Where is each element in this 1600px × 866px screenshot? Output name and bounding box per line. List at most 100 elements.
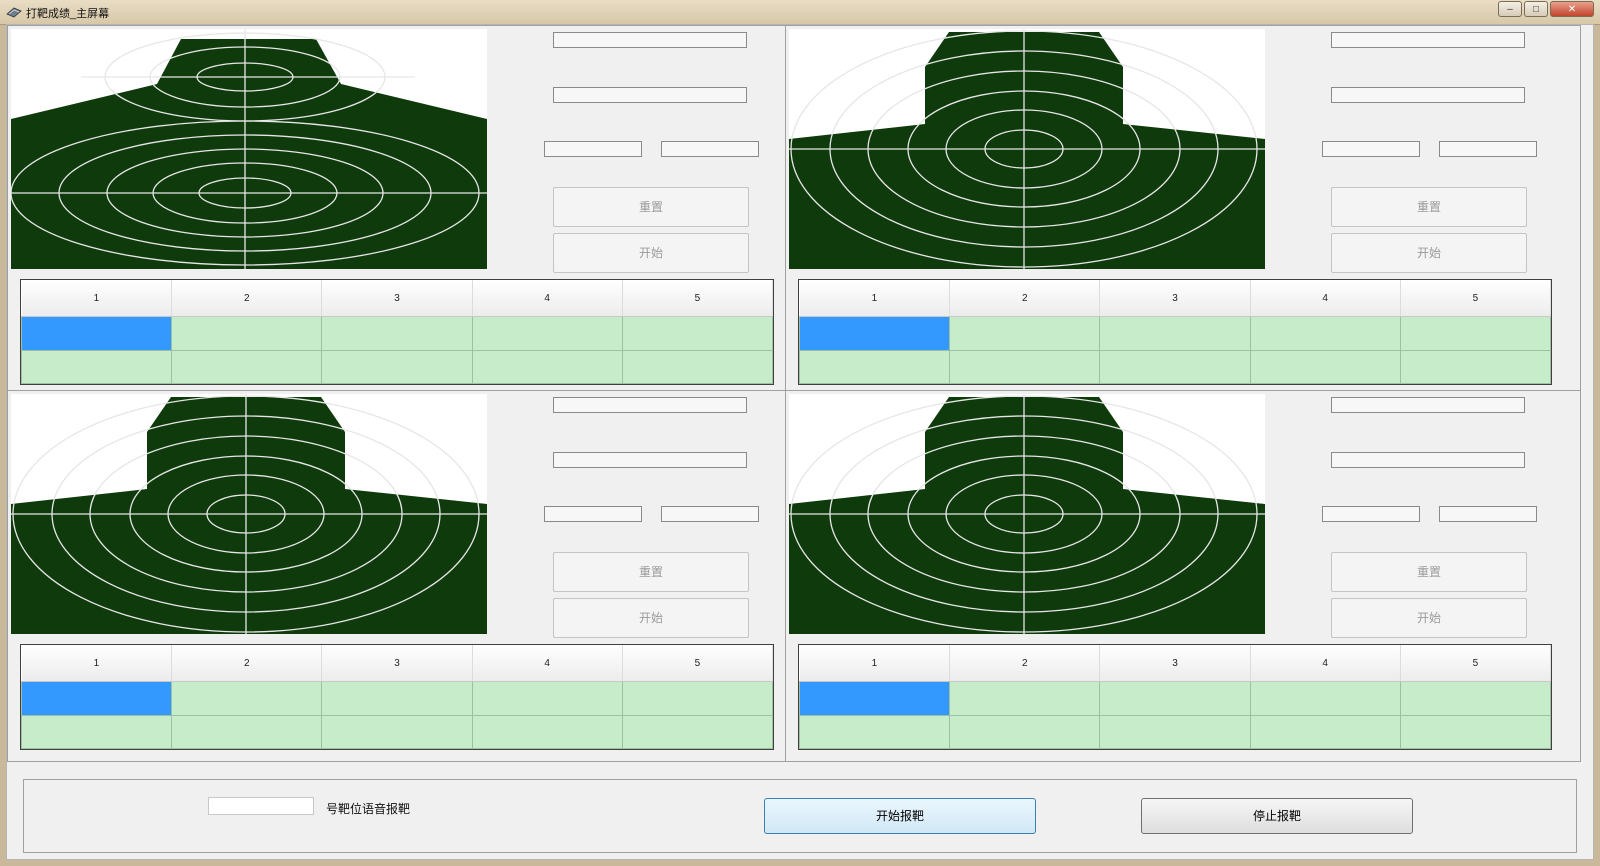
- grid-cell[interactable]: [1249, 681, 1401, 716]
- unit-field[interactable]: [1331, 87, 1525, 103]
- app-icon: [6, 7, 22, 18]
- column-header[interactable]: 5: [1400, 280, 1552, 317]
- start-button[interactable]: 开始: [553, 233, 749, 273]
- column-header[interactable]: 3: [1099, 280, 1251, 317]
- grid-cell[interactable]: [1399, 681, 1552, 716]
- grid-cell[interactable]: [1399, 316, 1552, 351]
- grid-cell[interactable]: [20, 349, 173, 384]
- grid-cell-selected[interactable]: [20, 681, 173, 716]
- grid-cell[interactable]: [1099, 714, 1251, 749]
- grid-cell[interactable]: [621, 316, 774, 351]
- reset-button[interactable]: 重置: [1331, 552, 1527, 592]
- minimize-button[interactable]: –: [1498, 1, 1522, 17]
- column-header[interactable]: 2: [949, 645, 1101, 682]
- grid-cell[interactable]: [171, 316, 323, 351]
- column-header[interactable]: 1: [799, 645, 951, 682]
- column-header[interactable]: 4: [472, 280, 623, 317]
- grid-cell[interactable]: [798, 349, 951, 384]
- name-field[interactable]: [553, 397, 747, 413]
- grid-cell[interactable]: [1249, 714, 1401, 749]
- close-button[interactable]: ✕: [1550, 1, 1594, 17]
- column-header[interactable]: 3: [321, 280, 473, 317]
- score-field[interactable]: [1322, 506, 1420, 522]
- score-field[interactable]: [1322, 141, 1420, 157]
- grid-cell-selected[interactable]: [798, 316, 951, 351]
- column-header[interactable]: 3: [1099, 645, 1251, 682]
- grid-cell[interactable]: [1399, 714, 1552, 749]
- name-field[interactable]: [1331, 397, 1525, 413]
- rings-field[interactable]: [1439, 141, 1537, 157]
- grid-cell[interactable]: [1099, 316, 1251, 351]
- reset-button[interactable]: 重置: [553, 187, 749, 227]
- grid-cell[interactable]: [471, 681, 623, 716]
- column-header[interactable]: 2: [171, 280, 323, 317]
- start-button[interactable]: 开始: [1331, 233, 1527, 273]
- start-report-button[interactable]: 开始报靶: [764, 798, 1036, 834]
- grid-cell[interactable]: [321, 349, 473, 384]
- column-header[interactable]: 5: [1400, 645, 1552, 682]
- grid-cell[interactable]: [621, 681, 774, 716]
- grid-cell[interactable]: [949, 681, 1101, 716]
- grid-cell[interactable]: [1099, 681, 1251, 716]
- grid-cell[interactable]: [471, 349, 623, 384]
- grid-cell[interactable]: [949, 714, 1101, 749]
- name-field[interactable]: [1331, 32, 1525, 48]
- score-grid[interactable]: 1 2 3 4 5: [20, 279, 774, 385]
- column-header[interactable]: 1: [21, 280, 173, 317]
- grid-cell[interactable]: [949, 316, 1101, 351]
- column-header[interactable]: 5: [622, 280, 774, 317]
- rings-field[interactable]: [1439, 506, 1537, 522]
- voice-report-group: 号靶位语音报靶 开始报靶 停止报靶: [23, 779, 1577, 853]
- unit-field[interactable]: [553, 87, 747, 103]
- column-header[interactable]: 4: [1250, 645, 1401, 682]
- score-grid[interactable]: 1 2 3 4 5: [798, 279, 1552, 385]
- grid-cell[interactable]: [471, 316, 623, 351]
- reset-button[interactable]: 重置: [1331, 187, 1527, 227]
- start-button[interactable]: 开始: [1331, 598, 1527, 638]
- window-title: 打靶成绩_主屏幕: [26, 8, 110, 20]
- grid-cell[interactable]: [949, 349, 1101, 384]
- main-window-client: 重置 开始 1 2 3 4 5 重置 开始 1 2 3 4 5 重置 开始 1 …: [6, 24, 1594, 860]
- maximize-button[interactable]: □: [1524, 1, 1548, 17]
- unit-field[interactable]: [553, 452, 747, 468]
- grid-cell[interactable]: [171, 681, 323, 716]
- grid-cell[interactable]: [171, 349, 323, 384]
- grid-cell[interactable]: [1399, 349, 1552, 384]
- stop-report-button[interactable]: 停止报靶: [1141, 798, 1413, 834]
- name-field[interactable]: [553, 32, 747, 48]
- grid-cell[interactable]: [798, 714, 951, 749]
- grid-cell[interactable]: [1099, 349, 1251, 384]
- start-button[interactable]: 开始: [553, 598, 749, 638]
- score-grid[interactable]: 1 2 3 4 5: [20, 644, 774, 750]
- grid-cell[interactable]: [20, 714, 173, 749]
- column-header[interactable]: 1: [799, 280, 951, 317]
- column-header[interactable]: 2: [171, 645, 323, 682]
- score-grid[interactable]: 1 2 3 4 5: [798, 644, 1552, 750]
- grid-cell[interactable]: [171, 714, 323, 749]
- grid-cell[interactable]: [321, 316, 473, 351]
- grid-cell[interactable]: [621, 714, 774, 749]
- grid-cell[interactable]: [321, 714, 473, 749]
- grid-cell[interactable]: [471, 714, 623, 749]
- grid-cell-selected[interactable]: [798, 681, 951, 716]
- rings-field[interactable]: [661, 506, 759, 522]
- column-header[interactable]: 4: [1250, 280, 1401, 317]
- voice-target-input[interactable]: [208, 797, 314, 815]
- column-header[interactable]: 2: [949, 280, 1101, 317]
- grid-cell[interactable]: [1249, 316, 1401, 351]
- grid-cell[interactable]: [321, 681, 473, 716]
- target-silhouette-head: [11, 394, 487, 634]
- unit-field[interactable]: [1331, 452, 1525, 468]
- column-header[interactable]: 1: [21, 645, 173, 682]
- score-field[interactable]: [544, 506, 642, 522]
- grid-cell-selected[interactable]: [20, 316, 173, 351]
- column-header[interactable]: 5: [622, 645, 774, 682]
- rings-field[interactable]: [661, 141, 759, 157]
- column-header[interactable]: 4: [472, 645, 623, 682]
- grid-cell[interactable]: [1249, 349, 1401, 384]
- score-field[interactable]: [544, 141, 642, 157]
- reset-button[interactable]: 重置: [553, 552, 749, 592]
- target-silhouette-head: [789, 29, 1265, 269]
- column-header[interactable]: 3: [321, 645, 473, 682]
- grid-cell[interactable]: [621, 349, 774, 384]
